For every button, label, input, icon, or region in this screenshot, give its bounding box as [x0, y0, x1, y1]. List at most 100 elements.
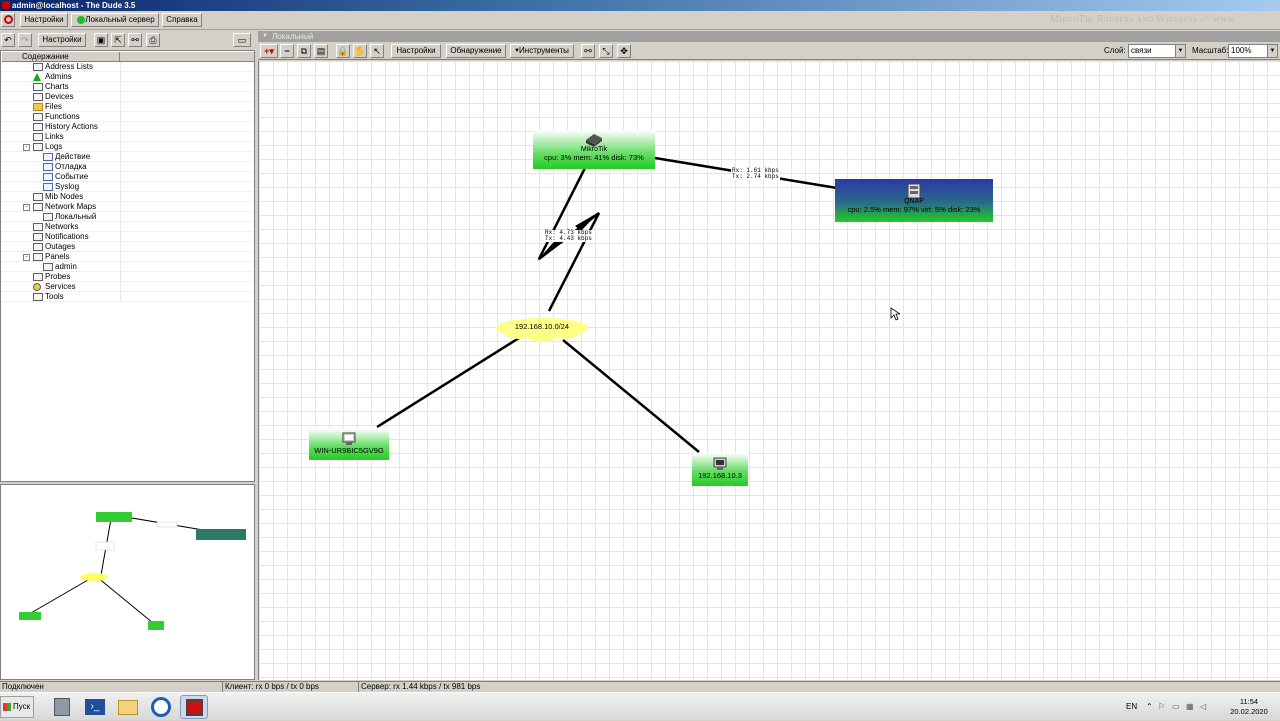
taskbar-the-dude[interactable]	[180, 695, 208, 719]
tools-dropdown-button[interactable]: ▼ Инструменты	[510, 44, 574, 58]
back-button[interactable]: ↶	[1, 33, 15, 47]
clock-date: 20.02.2020	[1230, 707, 1268, 716]
tree-item[interactable]: Networks	[1, 222, 254, 232]
tray-device-icon[interactable]: ▭	[1172, 693, 1180, 721]
device-mikrotik[interactable]: MikroTik cpu: 3% mem: 41% disk: 73%	[533, 130, 655, 169]
folder-icon	[33, 103, 43, 111]
print-button[interactable]: ⎙	[146, 33, 160, 47]
disconnect-button[interactable]	[1, 13, 15, 27]
tree-column-divider	[120, 182, 121, 192]
tree-item[interactable]: - Network Maps	[1, 202, 254, 212]
tree-expander-icon[interactable]: -	[23, 254, 30, 261]
paste-button[interactable]: ▤	[314, 44, 328, 58]
find-device-button[interactable]: ⚯	[581, 44, 595, 58]
lock-button[interactable]: 🔒	[336, 44, 350, 58]
log-icon	[43, 163, 53, 171]
tree-expander-icon[interactable]: -	[23, 144, 30, 151]
start-label: Пуск	[13, 702, 31, 711]
tree-item[interactable]: Probes	[1, 272, 254, 282]
center-button[interactable]: ✥	[617, 44, 631, 58]
tree-item[interactable]: admin	[1, 262, 254, 272]
link-network-host3[interactable]	[562, 339, 700, 453]
remove-button[interactable]: −	[280, 44, 294, 58]
window-icon: ▣	[96, 35, 106, 45]
tree-item[interactable]: Functions	[1, 112, 254, 122]
tree-item[interactable]: Mib Nodes	[1, 192, 254, 202]
tree-column-divider	[120, 212, 121, 222]
tree-item[interactable]: Событие	[1, 172, 254, 182]
discover-button[interactable]: Обнаружение	[446, 44, 506, 58]
tree-column-divider	[120, 132, 121, 142]
device-host-10-3[interactable]: 192.168.10.3	[692, 453, 748, 486]
taskbar-server-manager[interactable]	[48, 695, 76, 719]
settings-menu-button[interactable]: Настройки	[20, 13, 68, 27]
tree-item[interactable]: Links	[1, 132, 254, 142]
tray-flag-icon[interactable]: ⚐	[1158, 693, 1165, 721]
arrows-diagonal-icon: ⤡	[602, 46, 610, 56]
link-network-win[interactable]	[376, 336, 520, 429]
tray-volume-icon[interactable]: ◁	[1200, 693, 1206, 721]
tree-expander-icon[interactable]: -	[23, 204, 30, 211]
layer-label: Слой:	[1104, 46, 1126, 55]
fit-button[interactable]: ⤡	[599, 44, 613, 58]
taskbar-explorer[interactable]	[114, 695, 142, 719]
device-win-host[interactable]: WIN-UR9BIC5GV9G	[309, 429, 389, 460]
tree-item-label: Charts	[45, 82, 69, 91]
tree-item-label: Functions	[45, 112, 80, 121]
tree-item[interactable]: Admins	[1, 72, 254, 82]
tree-item[interactable]: History Actions	[1, 122, 254, 132]
help-menu-button[interactable]: Справка	[162, 13, 202, 27]
tree-item[interactable]: Tools	[1, 292, 254, 302]
panel-layout-button[interactable]: ▭	[233, 33, 251, 47]
add-button[interactable]: +▾	[260, 44, 278, 58]
binoculars-icon: ⚯	[131, 35, 139, 45]
forward-button[interactable]: ↷	[18, 33, 32, 47]
tree-item[interactable]: - Panels	[1, 252, 254, 262]
tree-item[interactable]: Services	[1, 282, 254, 292]
tree-item[interactable]: Действие	[1, 152, 254, 162]
zoom-select[interactable]: 100% ▼	[1228, 44, 1278, 58]
plus-icon: +▾	[264, 46, 274, 56]
tree-column-header[interactable]: Содержание	[2, 52, 120, 62]
pointer-button[interactable]: ↖	[370, 44, 384, 58]
device-stats: cpu: 2.5% mem: 97% virt: 5% disk: 23%	[847, 205, 981, 214]
map-tab[interactable]: ▼ Локальный	[258, 31, 1280, 42]
brand-banner: MikroTik Routers and Wireless -> www	[1050, 14, 1235, 25]
layer-select[interactable]: связи ▼	[1128, 44, 1186, 58]
list-icon	[33, 223, 43, 231]
tray-clock[interactable]: 11:54 20.02.2020	[1224, 697, 1274, 717]
map-settings-button[interactable]: Настройки	[391, 44, 441, 58]
tree-item[interactable]: Outages	[1, 242, 254, 252]
tree-item[interactable]: - Logs	[1, 142, 254, 152]
server-menu-button[interactable]: Локальный сервер	[71, 13, 159, 27]
taskbar-powershell[interactable]: ›_	[81, 695, 109, 719]
language-indicator[interactable]: EN	[1126, 693, 1137, 721]
tree-item[interactable]: Отладка	[1, 162, 254, 172]
tree-item[interactable]: Локальный	[1, 212, 254, 222]
find-button[interactable]: ⚯	[128, 33, 142, 47]
tree-item-label: Links	[45, 132, 64, 141]
minimap[interactable]	[0, 484, 255, 680]
tree-item[interactable]: Charts	[1, 82, 254, 92]
tree-item[interactable]: Syslog	[1, 182, 254, 192]
export-button[interactable]: ⇱	[111, 33, 125, 47]
network-cloud[interactable]: 192.168.10.0/24	[493, 315, 591, 345]
tree-item-label: Logs	[45, 142, 63, 151]
link-tx: Tx: 4.43 kbps	[545, 235, 592, 242]
tree-item[interactable]: Address Lists	[1, 62, 254, 72]
left-settings-button[interactable]: Настройки	[38, 33, 86, 47]
tree-column-divider	[120, 62, 121, 72]
taskbar-browser[interactable]	[147, 695, 175, 719]
start-button[interactable]: Пуск	[0, 696, 34, 718]
tray-network-icon[interactable]: ▦	[1186, 693, 1194, 721]
network-map-canvas[interactable]: Rx: 1.61 kbps Tx: 2.74 kbps Rx: 4.73 kbp…	[258, 61, 1280, 680]
tree-item[interactable]: Devices	[1, 92, 254, 102]
new-window-button[interactable]: ▣	[94, 33, 108, 47]
tray-expand-icon[interactable]: ⌃	[1146, 693, 1153, 721]
device-qnap[interactable]: QNAP cpu: 2.5% mem: 97% virt: 5% disk: 2…	[835, 179, 993, 222]
copy-button[interactable]: ⧉	[297, 44, 311, 58]
tree-item[interactable]: Notifications	[1, 232, 254, 242]
tree-item[interactable]: Files	[1, 102, 254, 112]
hand-button[interactable]: ✋	[353, 44, 367, 58]
tree-column-divider	[120, 122, 121, 132]
